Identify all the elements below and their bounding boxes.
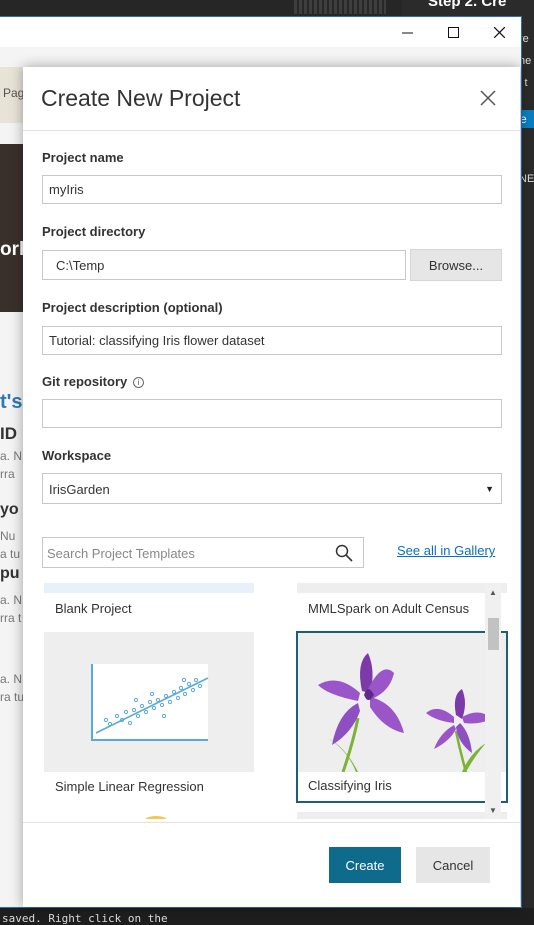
scatter-plot-image xyxy=(91,664,209,741)
template-name: Simple Linear Regression xyxy=(55,779,204,794)
workspace-label: Workspace xyxy=(42,448,112,463)
background-bottom-code: saved. Right click on the xyxy=(2,912,168,925)
project-name-input[interactable] xyxy=(42,175,502,204)
git-repository-label: Git repository i xyxy=(42,374,144,389)
background-subheading: ID xyxy=(0,424,17,443)
chevron-down-icon: ▼ xyxy=(485,484,494,494)
window-titlebar xyxy=(0,17,521,47)
template-name: Classifying Iris xyxy=(308,778,392,793)
background-text: a. N xyxy=(0,449,23,463)
background-heading: t's xyxy=(0,391,23,413)
dialog-close-button[interactable] xyxy=(477,87,499,109)
template-thumbnail-partial xyxy=(145,816,167,819)
template-card-classifying-iris[interactable]: Classifying Iris xyxy=(296,631,508,803)
divider xyxy=(23,130,520,131)
minimize-button[interactable] xyxy=(384,17,430,47)
background-page-tab: Pag xyxy=(0,67,24,123)
background-hero: ork xyxy=(0,144,24,312)
template-thumbnail xyxy=(298,633,506,773)
create-button[interactable]: Create xyxy=(329,847,401,883)
maximize-button[interactable] xyxy=(430,17,476,47)
create-project-dialog: Create New Project Project name Project … xyxy=(23,67,520,907)
template-search-box[interactable]: Search Project Templates xyxy=(42,537,364,568)
background-text: ra tu xyxy=(0,690,24,704)
template-card-mmlspark[interactable]: MMLSpark on Adult Census xyxy=(297,583,507,623)
template-grid: Blank Project MMLSpark on Adult Census S… xyxy=(42,583,520,819)
project-directory-label: Project directory xyxy=(42,224,146,239)
background-text: a tu xyxy=(0,547,21,561)
browse-button[interactable]: Browse... xyxy=(410,249,502,281)
dialog-title: Create New Project xyxy=(41,85,241,111)
background-subheading: yo xyxy=(0,501,19,518)
background-text: rra t xyxy=(0,611,22,625)
minimize-icon xyxy=(401,32,413,33)
scrollbar-thumb[interactable] xyxy=(488,618,499,650)
template-thumbnail xyxy=(44,632,254,772)
workspace-select[interactable]: IrisGarden ▼ xyxy=(42,473,502,504)
template-card-simple-linear-regression[interactable]: Simple Linear Regression xyxy=(44,632,254,802)
search-icon[interactable] xyxy=(335,544,353,562)
divider xyxy=(23,822,520,823)
template-name: Blank Project xyxy=(55,601,132,616)
git-repository-input[interactable] xyxy=(42,399,502,428)
cancel-button[interactable]: Cancel xyxy=(416,847,490,883)
template-thumbnail xyxy=(297,583,507,593)
iris-flower-image xyxy=(318,653,492,773)
background-text: Nu xyxy=(0,529,16,543)
git-repository-label-text: Git repository xyxy=(42,374,128,389)
template-card-partial[interactable] xyxy=(44,812,254,819)
scroll-up-icon[interactable]: ▲ xyxy=(485,585,501,601)
info-icon[interactable]: i xyxy=(132,377,144,389)
close-icon xyxy=(493,26,505,38)
project-directory-input[interactable] xyxy=(42,250,406,280)
template-card-partial[interactable] xyxy=(297,812,507,819)
maximize-icon xyxy=(447,26,459,38)
background-subheading: pu xyxy=(0,565,20,582)
workspace-selected-value: IrisGarden xyxy=(49,482,110,497)
window-close-button[interactable] xyxy=(476,17,522,47)
project-description-label: Project description (optional) xyxy=(42,300,223,315)
project-name-label: Project name xyxy=(42,150,124,165)
template-card-blank-project[interactable]: Blank Project xyxy=(44,583,254,623)
search-placeholder: Search Project Templates xyxy=(47,546,195,561)
scroll-down-icon[interactable]: ▼ xyxy=(485,803,501,819)
background-code-snippet xyxy=(294,0,386,14)
background-step-title: Step 2. Cre xyxy=(428,0,507,10)
background-text: a. N xyxy=(0,672,23,686)
template-name: MMLSpark on Adult Census xyxy=(308,601,470,616)
close-icon xyxy=(480,90,496,106)
project-description-input[interactable] xyxy=(42,326,502,355)
template-thumbnail xyxy=(44,583,254,593)
background-text: a. N xyxy=(0,593,23,607)
background-text: rra xyxy=(0,467,15,481)
template-scrollbar[interactable]: ▲ ▼ xyxy=(485,585,501,819)
see-all-gallery-link[interactable]: See all in Gallery xyxy=(397,543,495,558)
